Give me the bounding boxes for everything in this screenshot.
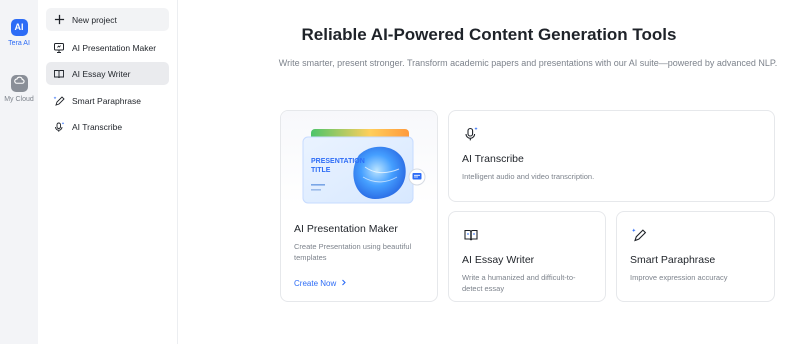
cloud-icon bbox=[10, 75, 28, 92]
mic-sparkle-icon bbox=[465, 127, 478, 141]
new-project-button[interactable]: New project bbox=[46, 8, 169, 31]
my-cloud-label: My Cloud bbox=[4, 96, 34, 103]
tera-ai-label: Tera AI bbox=[8, 40, 30, 47]
page-subtitle: Write smarter, present stronger. Transfo… bbox=[278, 58, 778, 68]
paraphrase-desc: Improve expression accuracy bbox=[630, 273, 728, 282]
transcribe-title: AI Transcribe bbox=[462, 153, 524, 165]
create-now-label: Create Now bbox=[294, 279, 337, 288]
presentation-maker-desc: Create Presentation using beautiful temp… bbox=[294, 242, 412, 262]
presentation-maker-title: AI Presentation Maker bbox=[294, 223, 398, 235]
page-title: Reliable AI-Powered Content Generation T… bbox=[301, 25, 677, 44]
paraphrase-card[interactable]: Smart Paraphrase Improve expression accu… bbox=[616, 211, 775, 302]
paraphrase-title: Smart Paraphrase bbox=[630, 254, 716, 266]
transcribe-card[interactable]: AI Transcribe Intelligent audio and vide… bbox=[448, 110, 775, 202]
book-ai-icon bbox=[52, 67, 66, 81]
presentation-maker-card[interactable]: PRESENTATION TITLE AI Presentation Maker… bbox=[280, 110, 438, 302]
tera-ai-logo-icon: AI bbox=[10, 19, 28, 36]
slide-title: PRESENTATION TITLE bbox=[311, 158, 365, 174]
essay-writer-desc: Write a humanized and difficult-to-detec… bbox=[462, 273, 576, 293]
book-ai-icon bbox=[464, 229, 478, 241]
my-cloud-button[interactable]: My Cloud bbox=[0, 72, 38, 103]
chevron-right-icon bbox=[341, 279, 347, 288]
pen-sparkle-icon bbox=[52, 94, 66, 108]
left-rail: AI Tera AI My Cloud bbox=[0, 0, 38, 344]
nav-label: AI Presentation Maker bbox=[72, 42, 157, 53]
nav-label: Smart Paraphrase bbox=[72, 95, 141, 106]
transcribe-desc: Intelligent audio and video transcriptio… bbox=[462, 172, 595, 181]
sidebar-item-transcribe[interactable]: AI Transcribe bbox=[46, 115, 169, 138]
tera-ai-app-button[interactable]: AI Tera AI bbox=[0, 19, 38, 47]
essay-writer-card[interactable]: AI Essay Writer Write a humanized and di… bbox=[448, 211, 606, 302]
sidebar: New project AI Presentation Maker AI Ess… bbox=[38, 0, 178, 344]
nav-label: AI Transcribe bbox=[72, 121, 123, 132]
nav-label: New project bbox=[72, 14, 117, 25]
essay-writer-title: AI Essay Writer bbox=[462, 254, 535, 266]
sidebar-item-smart-paraphrase[interactable]: Smart Paraphrase bbox=[46, 89, 169, 112]
nav-label: AI Essay Writer bbox=[72, 68, 131, 79]
mic-sparkle-icon bbox=[52, 120, 66, 134]
presentation-preview: PRESENTATION TITLE bbox=[281, 111, 437, 205]
sidebar-item-presentation-maker[interactable]: AI Presentation Maker bbox=[46, 36, 169, 59]
plus-icon bbox=[52, 13, 66, 27]
pen-sparkle-icon bbox=[632, 228, 647, 242]
sidebar-item-essay-writer[interactable]: AI Essay Writer bbox=[46, 62, 169, 85]
main-content: Reliable AI-Powered Content Generation T… bbox=[178, 0, 800, 344]
create-now-link[interactable]: Create Now bbox=[294, 279, 347, 288]
presentation-icon bbox=[52, 41, 66, 55]
